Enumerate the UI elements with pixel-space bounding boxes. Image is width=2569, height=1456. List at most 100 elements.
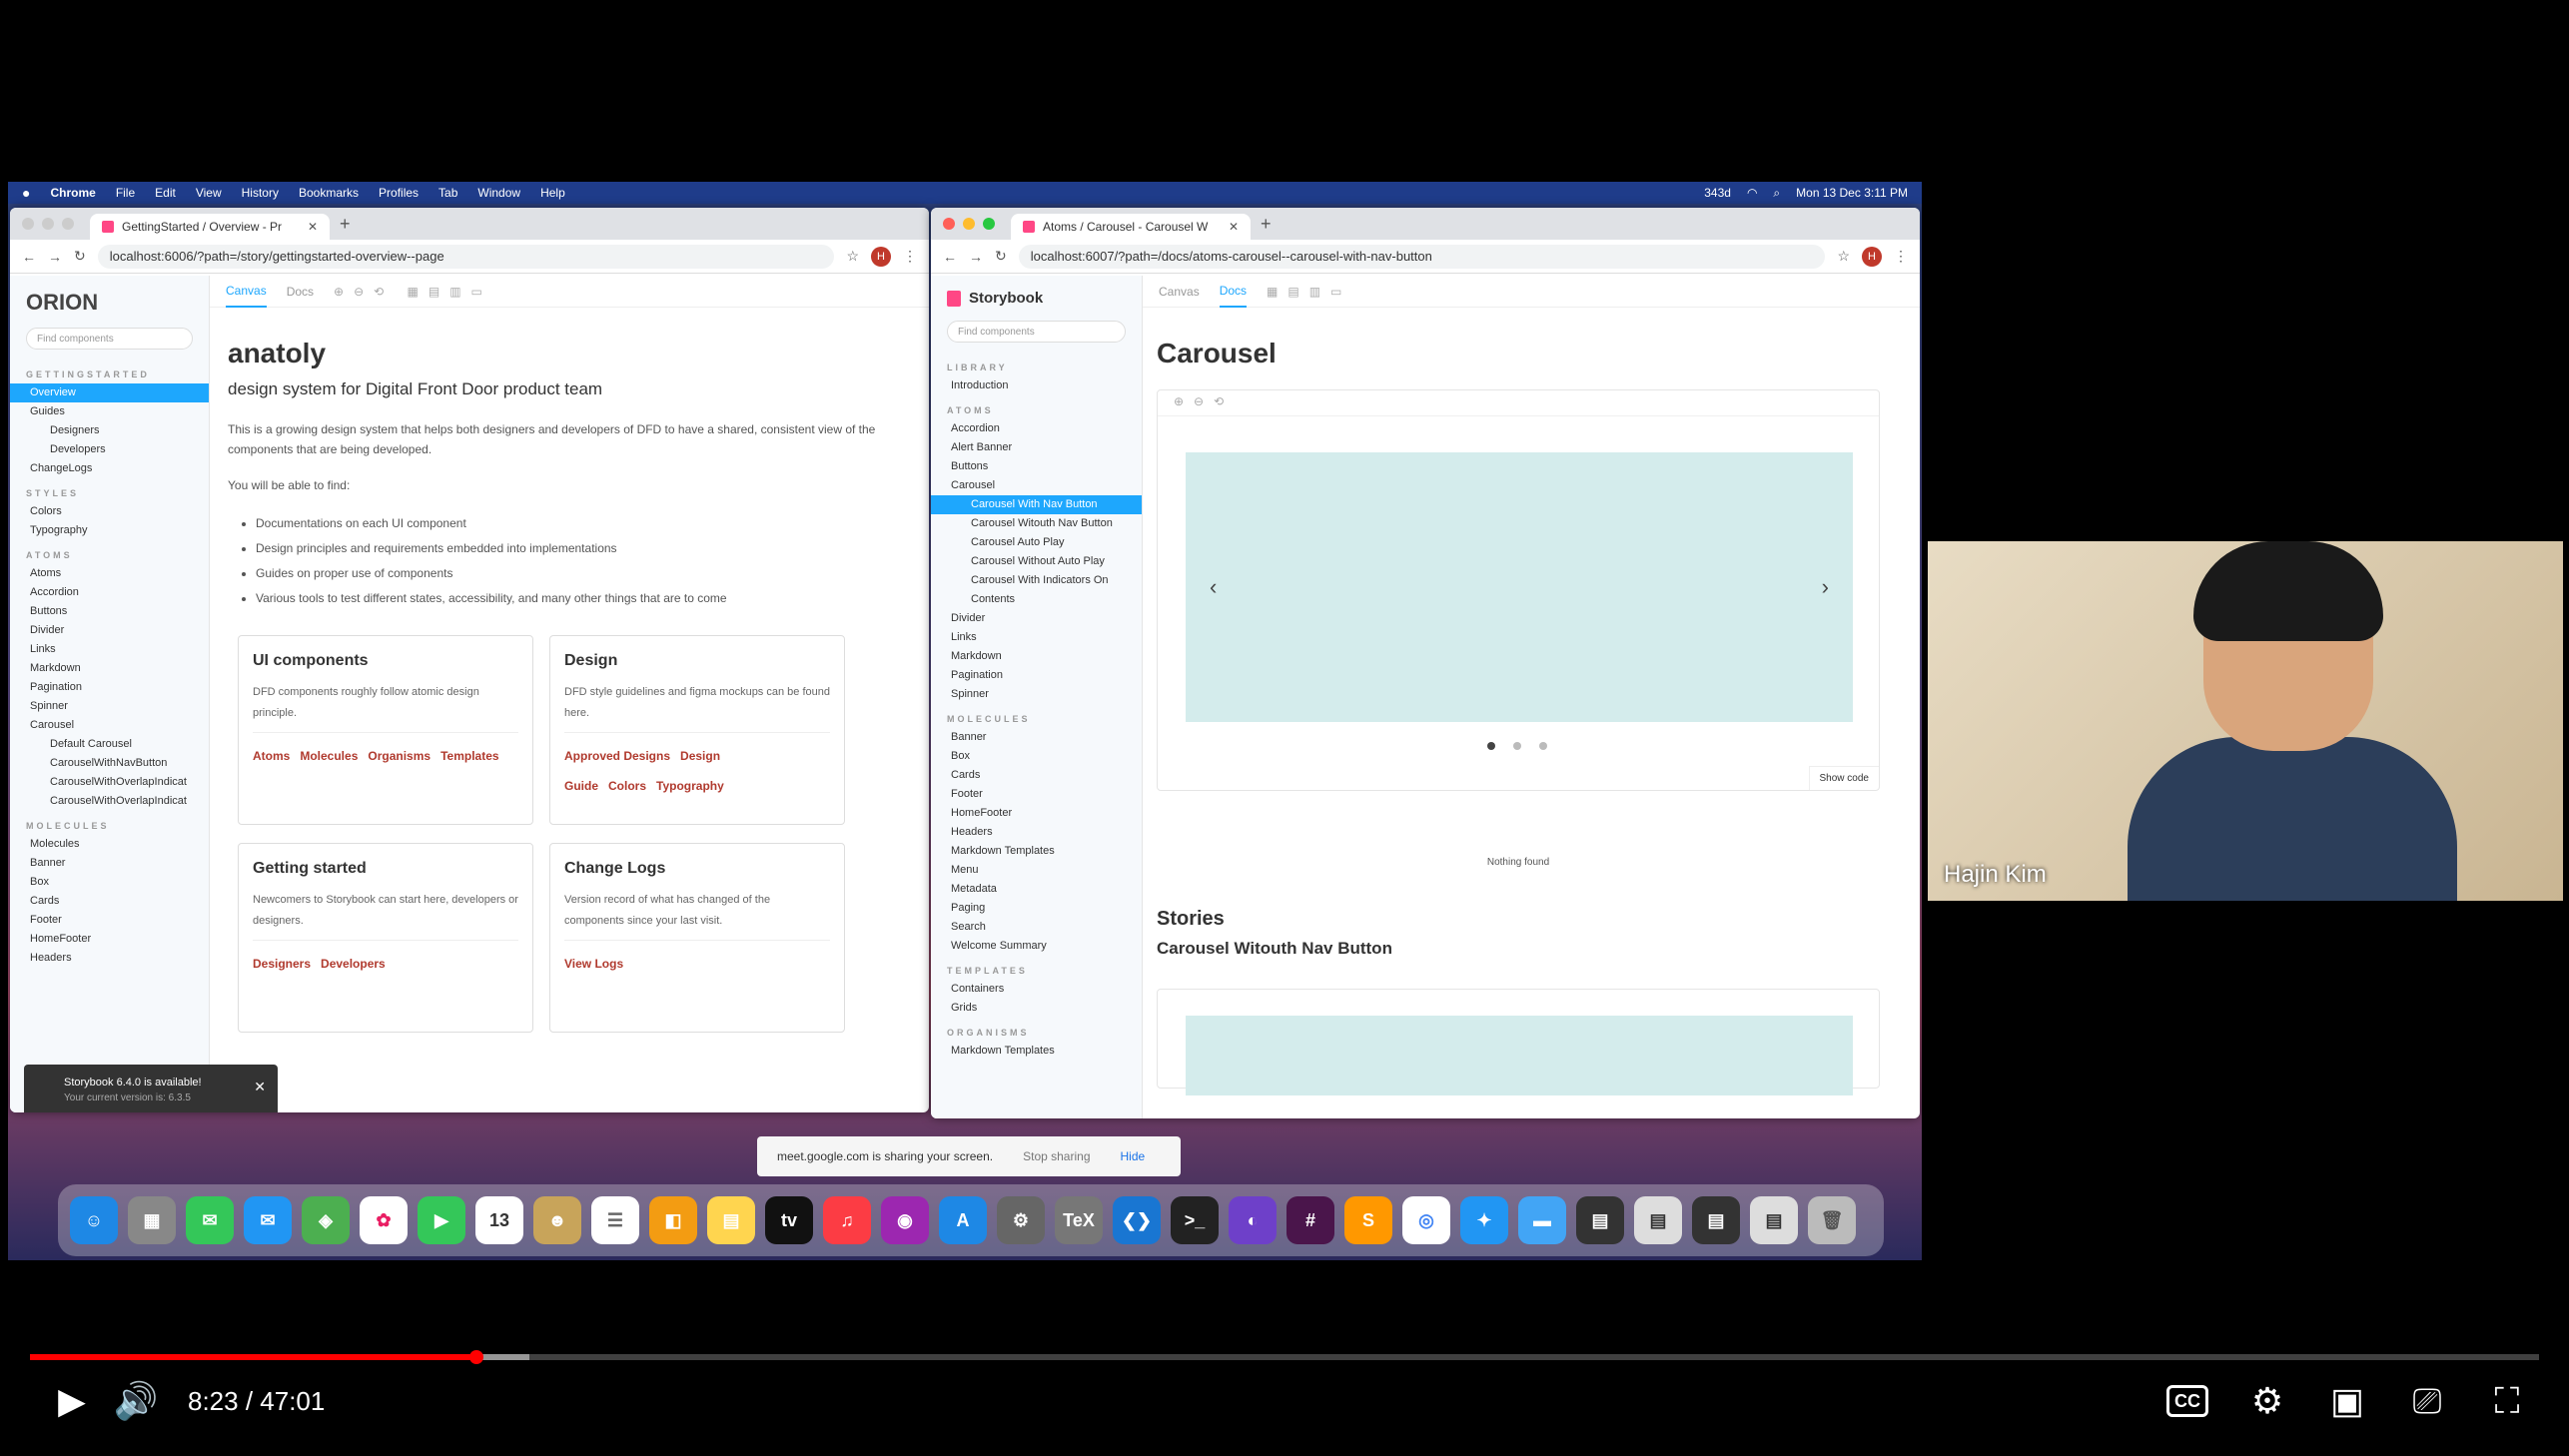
keynote-icon[interactable]: ◧ — [649, 1196, 697, 1244]
back-icon[interactable]: ← — [943, 249, 957, 265]
wifi-icon[interactable]: ◠ — [1747, 186, 1757, 200]
find-components-input[interactable]: Find components — [947, 321, 1126, 343]
close-window-button[interactable] — [22, 218, 34, 230]
tab-canvas[interactable]: Canvas — [226, 276, 267, 308]
close-toast-icon[interactable]: ✕ — [254, 1079, 266, 1094]
menubar-view[interactable]: View — [196, 186, 222, 200]
sidebar-item[interactable]: Search — [931, 918, 1142, 937]
star-icon[interactable]: ☆ — [846, 248, 859, 265]
menubar-profiles[interactable]: Profiles — [379, 186, 419, 200]
search-icon[interactable]: ⌕ — [1773, 186, 1780, 201]
sublime-icon[interactable]: S — [1344, 1196, 1392, 1244]
zoom-window-button[interactable] — [983, 218, 995, 230]
card-link[interactable]: Approved Designs — [564, 749, 670, 763]
sidebar-item[interactable]: Pagination — [931, 666, 1142, 685]
photos-icon[interactable]: ✿ — [360, 1196, 408, 1244]
sidebar-item[interactable]: Accordion — [931, 419, 1142, 438]
sidebar-item[interactable]: Links — [931, 628, 1142, 647]
sidebar-item[interactable]: Spinner — [10, 697, 209, 716]
profile-avatar[interactable]: H — [1862, 246, 1882, 267]
menubar-help[interactable]: Help — [540, 186, 565, 200]
sidebar-item[interactable]: Overview — [10, 383, 209, 402]
star-icon[interactable]: ☆ — [1837, 248, 1850, 265]
url-field[interactable]: localhost:6007/?path=/docs/atoms-carouse… — [1018, 244, 1826, 269]
find-components-input[interactable]: Find components — [26, 328, 193, 350]
menubar-edit[interactable]: Edit — [155, 186, 176, 200]
sidebar-item[interactable]: Carousel Witouth Nav Button — [931, 514, 1142, 533]
card-link[interactable]: Atoms — [253, 749, 290, 763]
volume-icon[interactable]: 🔊 — [104, 1369, 168, 1433]
card-link[interactable]: Developers — [321, 957, 386, 971]
indicator-dot[interactable] — [1487, 742, 1495, 750]
sidebar-item[interactable]: Carousel — [931, 476, 1142, 495]
minimize-window-button[interactable] — [42, 218, 54, 230]
card-link[interactable]: Templates — [440, 749, 498, 763]
facetime-icon[interactable]: ▶ — [418, 1196, 465, 1244]
maps-icon[interactable]: ◈ — [302, 1196, 350, 1244]
tv-icon[interactable]: tv — [765, 1196, 813, 1244]
sidebar-section-title[interactable]: ORGANISMS — [931, 1018, 1142, 1042]
sidebar-section-title[interactable]: LIBRARY — [931, 353, 1142, 376]
sidebar-item[interactable]: Headers — [931, 823, 1142, 842]
tex-icon[interactable]: TeX — [1055, 1196, 1103, 1244]
sidebar-section-title[interactable]: ATOMS — [931, 395, 1142, 419]
grid-tools-icon[interactable]: ▦▤▥▭ — [1267, 285, 1351, 299]
sidebar-item[interactable]: Carousel Without Auto Play — [931, 552, 1142, 571]
menubar-clock[interactable]: Mon 13 Dec 3:11 PM — [1796, 186, 1908, 200]
sidebar-item[interactable]: Default Carousel — [10, 735, 209, 754]
mail-icon[interactable]: ✉ — [244, 1196, 292, 1244]
scrubber-handle[interactable] — [469, 1350, 483, 1364]
sidebar-item[interactable]: CarouselWithOverlapIndicat — [10, 792, 209, 811]
sidebar-item[interactable]: Footer — [10, 911, 209, 930]
safari-icon[interactable]: ✦ — [1460, 1196, 1508, 1244]
close-tab-icon[interactable]: ✕ — [308, 220, 318, 234]
sidebar-item[interactable]: Headers — [10, 949, 209, 968]
slack-icon[interactable]: # — [1286, 1196, 1334, 1244]
tab-docs[interactable]: Docs — [287, 285, 314, 299]
close-tab-icon[interactable]: ✕ — [1229, 220, 1239, 234]
miniplayer-icon[interactable]: ▣ — [2315, 1369, 2379, 1433]
sidebar-item[interactable]: Alert Banner — [931, 438, 1142, 457]
window-thumbnail-icon[interactable]: ▤ — [1634, 1196, 1682, 1244]
browser-tab[interactable]: Atoms / Carousel - Carousel W ✕ — [1011, 214, 1251, 240]
sidebar-item[interactable]: Containers — [931, 980, 1142, 999]
sidebar-item[interactable]: Carousel — [10, 716, 209, 735]
menubar-file[interactable]: File — [116, 186, 135, 200]
sidebar-item[interactable]: Typography — [10, 521, 209, 540]
sidebar-item[interactable]: Carousel With Nav Button — [931, 495, 1142, 514]
sidebar-section-title[interactable]: GETTINGSTARTED — [10, 360, 209, 383]
sidebar-item[interactable]: Grids — [931, 999, 1142, 1018]
prev-button[interactable]: ‹ — [1210, 574, 1217, 600]
sidebar-item[interactable]: Divider — [931, 609, 1142, 628]
sidebar-item[interactable]: Welcome Summary — [931, 937, 1142, 956]
sidebar-section-title[interactable]: ATOMS — [10, 540, 209, 564]
close-window-button[interactable] — [943, 218, 955, 230]
zoom-window-button[interactable] — [62, 218, 74, 230]
minimize-window-button[interactable] — [963, 218, 975, 230]
forward-icon[interactable]: → — [969, 249, 983, 265]
battery-status[interactable]: 343d — [1704, 186, 1731, 200]
card-link[interactable]: View Logs — [564, 957, 623, 971]
video-player[interactable]: ● Chrome File Edit View History Bookmark… — [0, 0, 2569, 1456]
sidebar-section-title[interactable]: TEMPLATES — [931, 956, 1142, 980]
sidebar-item[interactable]: Banner — [931, 728, 1142, 747]
contacts-icon[interactable]: ☻ — [533, 1196, 581, 1244]
stop-sharing-button[interactable]: Stop sharing — [1023, 1149, 1090, 1163]
reminders-icon[interactable]: ☰ — [591, 1196, 639, 1244]
hide-button[interactable]: Hide — [1121, 1149, 1146, 1163]
sidebar-item[interactable]: Markdown Templates — [931, 842, 1142, 861]
update-toast[interactable]: Storybook 6.4.0 is available! Your curre… — [24, 1065, 278, 1112]
sidebar-item[interactable]: Accordion — [10, 583, 209, 602]
more-icon[interactable]: ⋮ — [1894, 248, 1908, 265]
sidebar-item[interactable]: Molecules — [10, 835, 209, 854]
vscode-icon[interactable]: ❮❯ — [1113, 1196, 1161, 1244]
notes-icon[interactable]: ▤ — [707, 1196, 755, 1244]
card-link[interactable]: Typography — [656, 779, 724, 793]
sidebar-item[interactable]: Carousel Auto Play — [931, 533, 1142, 552]
sidebar-item[interactable]: CarouselWithNavButton — [10, 754, 209, 773]
apple-icon[interactable]: ● — [22, 185, 30, 201]
card-link[interactable]: Designers — [253, 957, 311, 971]
new-tab-icon[interactable]: + — [340, 214, 351, 235]
reload-icon[interactable]: ↻ — [995, 248, 1007, 265]
sidebar-item[interactable]: Markdown — [10, 659, 209, 678]
